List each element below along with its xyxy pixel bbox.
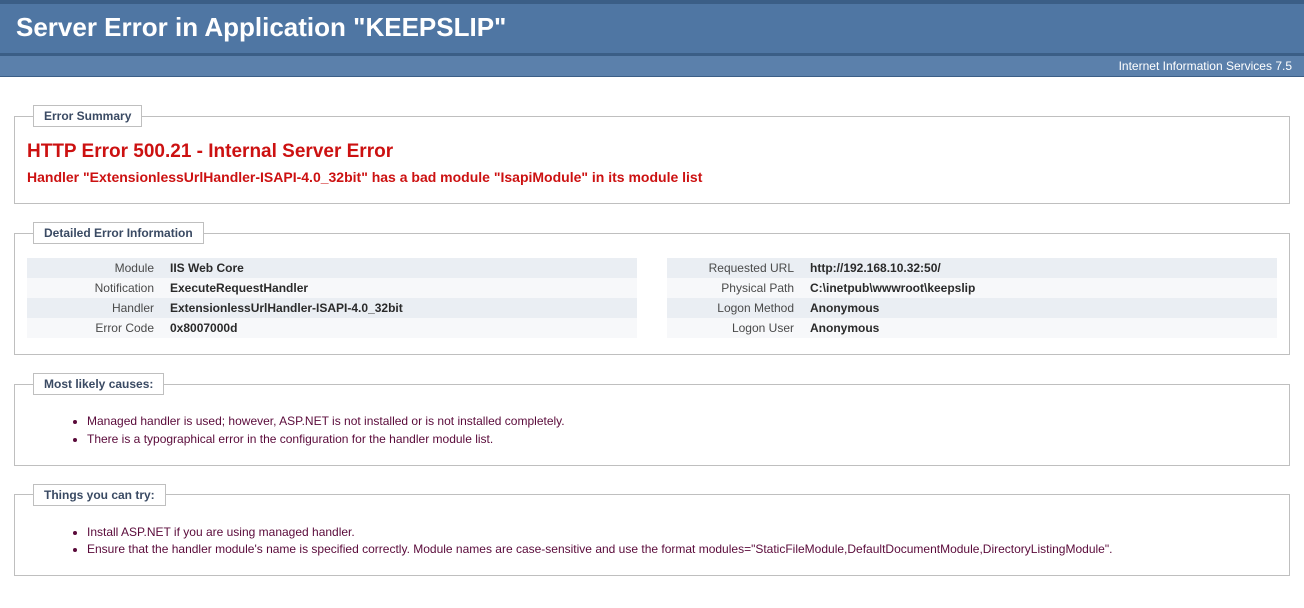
list-item: Install ASP.NET if you are using managed… — [87, 524, 1277, 541]
page-title: Server Error in Application "KEEPSLIP" — [0, 4, 1304, 53]
detail-label: Handler — [27, 298, 162, 318]
page-subheader: Internet Information Services 7.5 — [0, 56, 1304, 77]
detail-left-column: ModuleIIS Web Core NotificationExecuteRe… — [27, 258, 637, 338]
detail-label: Logon User — [667, 318, 802, 338]
detail-value: Anonymous — [802, 298, 1277, 318]
things-you-can-try-section: Things you can try: Install ASP.NET if y… — [14, 484, 1290, 577]
content-area: Error Summary HTTP Error 500.21 - Intern… — [0, 77, 1304, 592]
detail-label: Error Code — [27, 318, 162, 338]
table-row: NotificationExecuteRequestHandler — [27, 278, 637, 298]
table-row: HandlerExtensionlessUrlHandler-ISAPI-4.0… — [27, 298, 637, 318]
error-subtitle: Handler "ExtensionlessUrlHandler-ISAPI-4… — [27, 169, 1277, 185]
detail-value: http://192.168.10.32:50/ — [802, 258, 1277, 278]
things-you-can-try-legend: Things you can try: — [33, 484, 166, 506]
table-row: Physical PathC:\inetpub\wwwroot\keepslip — [667, 278, 1277, 298]
table-row: Logon UserAnonymous — [667, 318, 1277, 338]
table-row: ModuleIIS Web Core — [27, 258, 637, 278]
list-item: Ensure that the handler module's name is… — [87, 541, 1277, 558]
table-row: Error Code0x8007000d — [27, 318, 637, 338]
detail-label: Logon Method — [667, 298, 802, 318]
most-likely-causes-section: Most likely causes: Managed handler is u… — [14, 373, 1290, 466]
detail-right-column: Requested URLhttp://192.168.10.32:50/ Ph… — [667, 258, 1277, 338]
list-item: Managed handler is used; however, ASP.NE… — [87, 413, 1277, 430]
detail-value: ExecuteRequestHandler — [162, 278, 637, 298]
error-title: HTTP Error 500.21 - Internal Server Erro… — [27, 141, 1277, 163]
detail-label: Module — [27, 258, 162, 278]
detail-value: 0x8007000d — [162, 318, 637, 338]
error-summary-legend: Error Summary — [33, 105, 142, 127]
table-row: Requested URLhttp://192.168.10.32:50/ — [667, 258, 1277, 278]
detail-value: ExtensionlessUrlHandler-ISAPI-4.0_32bit — [162, 298, 637, 318]
detailed-error-legend: Detailed Error Information — [33, 222, 204, 244]
detail-label: Physical Path — [667, 278, 802, 298]
detail-label: Requested URL — [667, 258, 802, 278]
list-item: There is a typographical error in the co… — [87, 431, 1277, 448]
detail-value: Anonymous — [802, 318, 1277, 338]
detail-value: C:\inetpub\wwwroot\keepslip — [802, 278, 1277, 298]
table-row: Logon MethodAnonymous — [667, 298, 1277, 318]
error-summary-section: Error Summary HTTP Error 500.21 - Intern… — [14, 105, 1290, 204]
most-likely-causes-legend: Most likely causes: — [33, 373, 164, 395]
detail-label: Notification — [27, 278, 162, 298]
detailed-error-section: Detailed Error Information ModuleIIS Web… — [14, 222, 1290, 355]
detail-value: IIS Web Core — [162, 258, 637, 278]
page-header: Server Error in Application "KEEPSLIP" — [0, 0, 1304, 56]
